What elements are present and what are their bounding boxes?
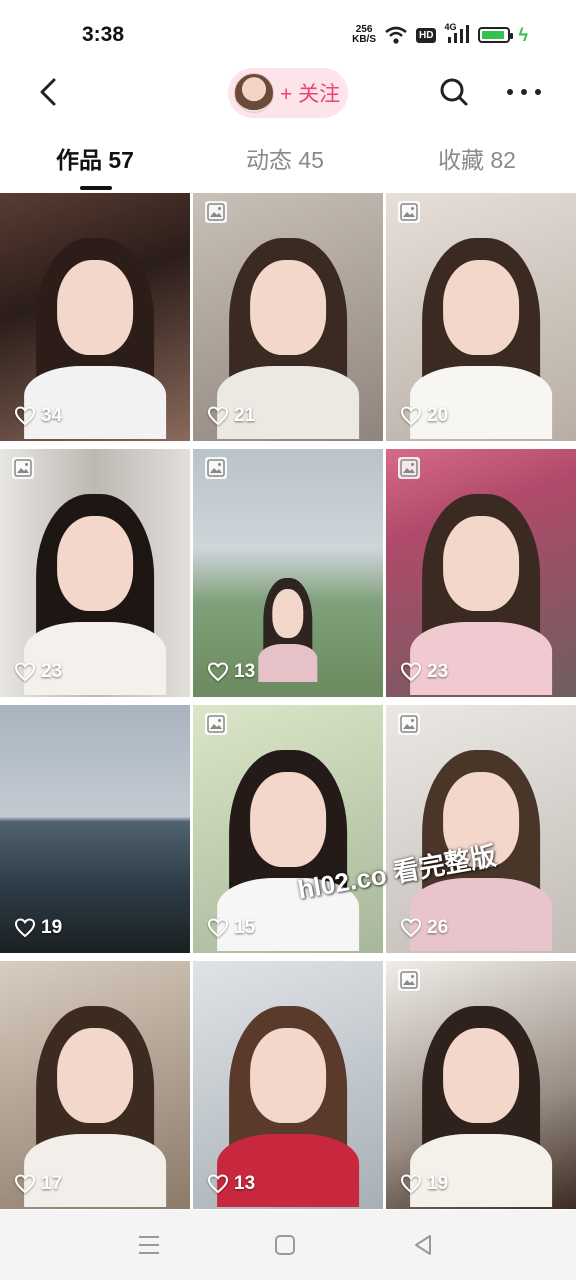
post-tile[interactable]: 26 (386, 705, 576, 953)
heart-icon (14, 662, 36, 682)
signal-icon: 4G (444, 22, 470, 45)
search-icon[interactable] (436, 74, 472, 110)
image-post-icon (398, 713, 420, 735)
heart-icon (400, 1174, 422, 1194)
like-count-value: 26 (427, 917, 449, 938)
post-tile[interactable]: 21 (193, 193, 383, 441)
like-count: 13 (207, 661, 255, 683)
post-tile[interactable]: 23 (386, 449, 576, 697)
post-thumbnail (0, 705, 190, 953)
like-count: 34 (14, 405, 62, 427)
tab-moments[interactable]: 动态 45 (246, 140, 324, 180)
wifi-icon (385, 26, 407, 44)
like-count: 15 (207, 917, 255, 939)
post-subject (24, 1005, 166, 1208)
post-subject (410, 1005, 552, 1208)
like-count-value: 15 (234, 917, 256, 938)
like-count: 26 (400, 917, 448, 939)
image-post-icon (205, 713, 227, 735)
more-icon[interactable] (504, 74, 544, 110)
heart-icon (400, 662, 422, 682)
image-post-icon (12, 457, 34, 479)
home-icon[interactable] (272, 1232, 298, 1258)
heart-icon (14, 1174, 36, 1194)
tab-works[interactable]: 作品 57 (56, 140, 134, 180)
tab-favorites[interactable]: 收藏 82 (438, 140, 516, 180)
post-tile[interactable]: 19 (386, 961, 576, 1209)
post-tile[interactable]: 20 (386, 193, 576, 441)
avatar (234, 73, 274, 113)
like-count: 17 (14, 1173, 62, 1195)
tab-indicator (80, 186, 112, 190)
like-count-value: 19 (41, 917, 63, 938)
image-post-icon (398, 969, 420, 991)
profile-tabs: 作品 57 动态 45 收藏 82 (0, 140, 576, 190)
post-subject (258, 577, 318, 682)
back-icon[interactable] (30, 72, 70, 112)
network-speed-unit: KB/S (352, 34, 377, 45)
battery-fill (482, 31, 505, 39)
heart-icon (207, 662, 229, 682)
heart-icon (400, 406, 422, 426)
profile-top-bar: + 关注 (0, 66, 576, 120)
heart-icon (14, 918, 36, 938)
like-count: 19 (14, 917, 62, 939)
heart-icon (207, 1174, 229, 1194)
post-tile[interactable]: 34 (0, 193, 190, 441)
status-icons: 256 KB/S HD 4G ϟ (352, 22, 528, 46)
charging-icon: ϟ (518, 24, 528, 45)
like-count-value: 23 (41, 661, 63, 682)
menu-icon[interactable] (136, 1232, 162, 1258)
like-count-value: 23 (427, 661, 449, 682)
heart-icon (14, 406, 36, 426)
post-tile[interactable]: 23 (0, 449, 190, 697)
image-post-icon (398, 201, 420, 223)
like-count: 23 (14, 661, 62, 683)
posts-grid: 34 21 20 23 13 23 19 15 26 17 13 19 (0, 193, 576, 1209)
network-speed: 256 KB/S (352, 25, 376, 45)
like-count-value: 13 (234, 661, 256, 682)
like-count: 20 (400, 405, 448, 427)
post-tile[interactable]: 15 (193, 705, 383, 953)
like-count-value: 13 (234, 1173, 256, 1194)
like-count: 23 (400, 661, 448, 683)
post-tile[interactable]: 17 (0, 961, 190, 1209)
back-triangle-icon[interactable] (410, 1232, 436, 1258)
post-subject (217, 749, 359, 952)
status-time: 3:38 (82, 23, 125, 46)
post-subject (24, 493, 166, 696)
like-count: 13 (207, 1173, 255, 1195)
post-subject (410, 493, 552, 696)
heart-icon (207, 406, 229, 426)
status-bar: 3:38 256 KB/S HD 4G ϟ (0, 0, 576, 70)
post-subject (217, 1005, 359, 1208)
like-count-value: 20 (427, 405, 449, 426)
like-count-value: 34 (41, 405, 63, 426)
follow-button[interactable]: + 关注 (228, 68, 348, 118)
image-post-icon (205, 201, 227, 223)
like-count: 21 (207, 405, 255, 427)
like-count-value: 21 (234, 405, 256, 426)
post-subject (24, 237, 166, 440)
battery-icon (478, 27, 514, 43)
heart-icon (400, 918, 422, 938)
post-tile[interactable]: 13 (193, 449, 383, 697)
heart-icon (207, 918, 229, 938)
image-post-icon (398, 457, 420, 479)
post-tile[interactable]: 19 (0, 705, 190, 953)
like-count: 19 (400, 1173, 448, 1195)
like-count-value: 19 (427, 1173, 449, 1194)
post-tile[interactable]: 13 (193, 961, 383, 1209)
post-subject (410, 237, 552, 440)
follow-label: + 关注 (280, 83, 341, 106)
hd-badge: HD (416, 27, 437, 43)
system-nav-bar (0, 1210, 576, 1280)
like-count-value: 17 (41, 1173, 63, 1194)
post-subject (217, 237, 359, 440)
image-post-icon (205, 457, 227, 479)
